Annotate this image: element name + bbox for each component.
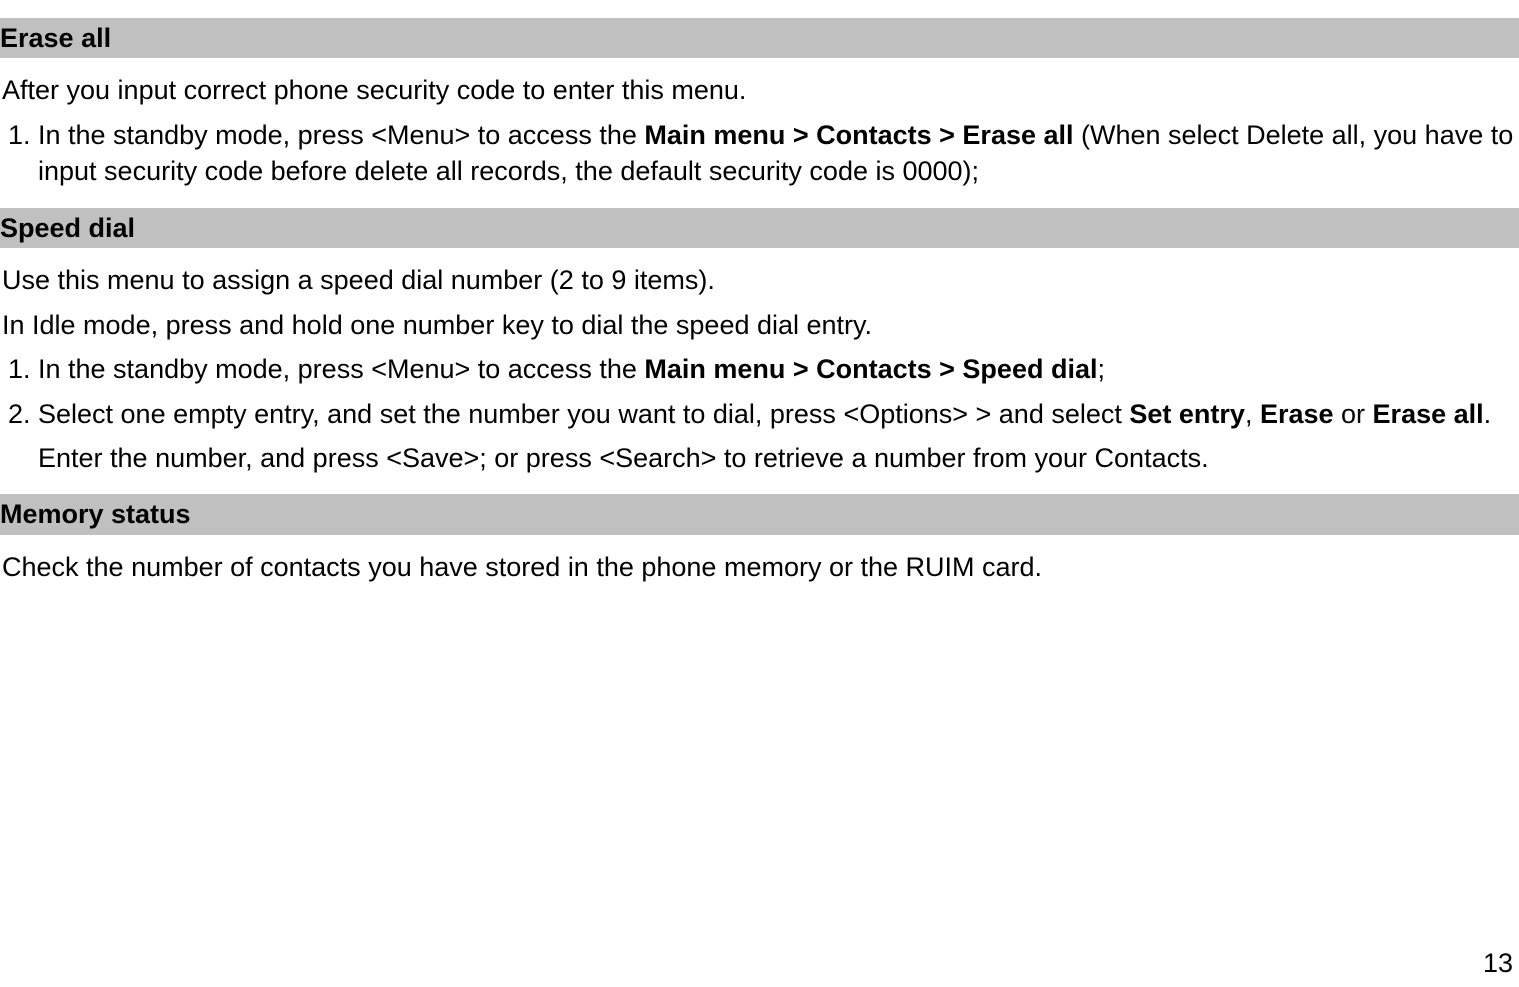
bold-path: Main menu > Contacts > Speed dial xyxy=(644,354,1097,384)
text: ; xyxy=(1097,354,1105,384)
text: In the standby mode, press <Menu> to acc… xyxy=(38,120,644,150)
text: . xyxy=(1484,399,1492,429)
list-item: Select one empty entry, and set the numb… xyxy=(38,396,1519,432)
text: In the standby mode, press <Menu> to acc… xyxy=(38,354,644,384)
speed-dial-sub: Enter the number, and press <Save>; or p… xyxy=(38,440,1519,476)
speed-dial-intro2: In Idle mode, press and hold one number … xyxy=(0,307,1519,343)
speed-dial-intro1: Use this menu to assign a speed dial num… xyxy=(0,262,1519,298)
list-item: In the standby mode, press <Menu> to acc… xyxy=(38,351,1519,387)
speed-dial-list: In the standby mode, press <Menu> to acc… xyxy=(0,351,1519,432)
text: Select one empty entry, and set the numb… xyxy=(38,399,1129,429)
text: or xyxy=(1334,399,1373,429)
page-number: 13 xyxy=(1483,945,1513,981)
section-heading-memory-status: Memory status xyxy=(0,494,1519,534)
list-item: In the standby mode, press <Menu> to acc… xyxy=(38,117,1519,190)
memory-status-body: Check the number of contacts you have st… xyxy=(0,549,1519,585)
erase-all-intro: After you input correct phone security c… xyxy=(0,72,1519,108)
text: , xyxy=(1245,399,1260,429)
erase-all-list: In the standby mode, press <Menu> to acc… xyxy=(0,117,1519,190)
bold-option: Erase all xyxy=(1373,399,1484,429)
bold-path: Main menu > Contacts > Erase all xyxy=(644,120,1073,150)
bold-option: Set entry xyxy=(1129,399,1245,429)
section-heading-erase-all: Erase all xyxy=(0,18,1519,58)
section-heading-speed-dial: Speed dial xyxy=(0,208,1519,248)
bold-option: Erase xyxy=(1260,399,1334,429)
